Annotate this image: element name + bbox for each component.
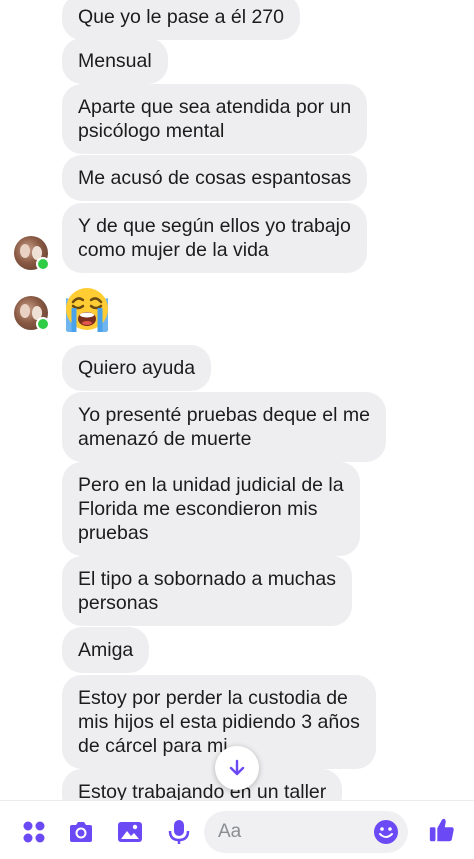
message-bubble[interactable]: Me acusó de cosas espantosas	[62, 155, 368, 201]
message-bubble[interactable]: Que yo le pase a él 270	[62, 0, 300, 40]
message-bubble[interactable]: Y de que según ellos yo trabajo como muj…	[62, 203, 367, 273]
smiley-icon	[374, 820, 398, 844]
camera-button[interactable]	[67, 818, 95, 846]
gallery-button[interactable]	[116, 818, 144, 846]
four-dots-icon	[23, 821, 45, 843]
camera-icon	[70, 822, 92, 842]
message-list[interactable]: Que yo le pase a él 270 Mensual Aparte q…	[0, 0, 474, 800]
chat-screen: Que yo le pase a él 270 Mensual Aparte q…	[0, 0, 474, 859]
like-button[interactable]	[428, 816, 456, 844]
message-input[interactable]: Aa	[204, 811, 408, 853]
contact-avatar[interactable]	[14, 296, 50, 331]
avatar-photo-detail	[20, 244, 30, 258]
voice-button[interactable]	[165, 818, 193, 846]
message-bubble[interactable]: El tipo a sobornado a muchas personas	[62, 556, 352, 626]
emoji-button[interactable]	[372, 818, 400, 846]
message-bubble[interactable]: Mensual	[62, 38, 168, 84]
arrow-down-icon	[229, 759, 245, 776]
message-composer: Aa	[0, 800, 474, 859]
thumbs-up-icon	[429, 818, 454, 842]
message-bubble[interactable]: Amiga	[62, 627, 150, 673]
scroll-to-bottom-button[interactable]	[215, 746, 259, 790]
image-icon	[118, 822, 142, 842]
loudly-crying-face-emoji[interactable]	[62, 284, 112, 334]
message-bubble[interactable]: Pero en la unidad judicial de la Florida…	[62, 462, 360, 556]
message-bubble[interactable]: Yo presenté pruebas deque el me amenazó …	[62, 392, 386, 462]
message-bubble[interactable]: Estoy trabajando en un taller	[62, 769, 343, 800]
message-bubble[interactable]: Aparte que sea atendida por un psicólogo…	[62, 84, 368, 154]
menu-button[interactable]	[20, 818, 48, 846]
crying-face-icon	[66, 288, 108, 332]
message-bubble[interactable]: Quiero ayuda	[62, 345, 212, 391]
contact-avatar[interactable]	[14, 236, 50, 271]
online-status-dot	[36, 317, 50, 331]
online-status-dot	[36, 257, 50, 271]
avatar-photo-detail	[20, 304, 30, 318]
microphone-icon	[168, 820, 190, 844]
message-input-placeholder: Aa	[218, 821, 242, 842]
